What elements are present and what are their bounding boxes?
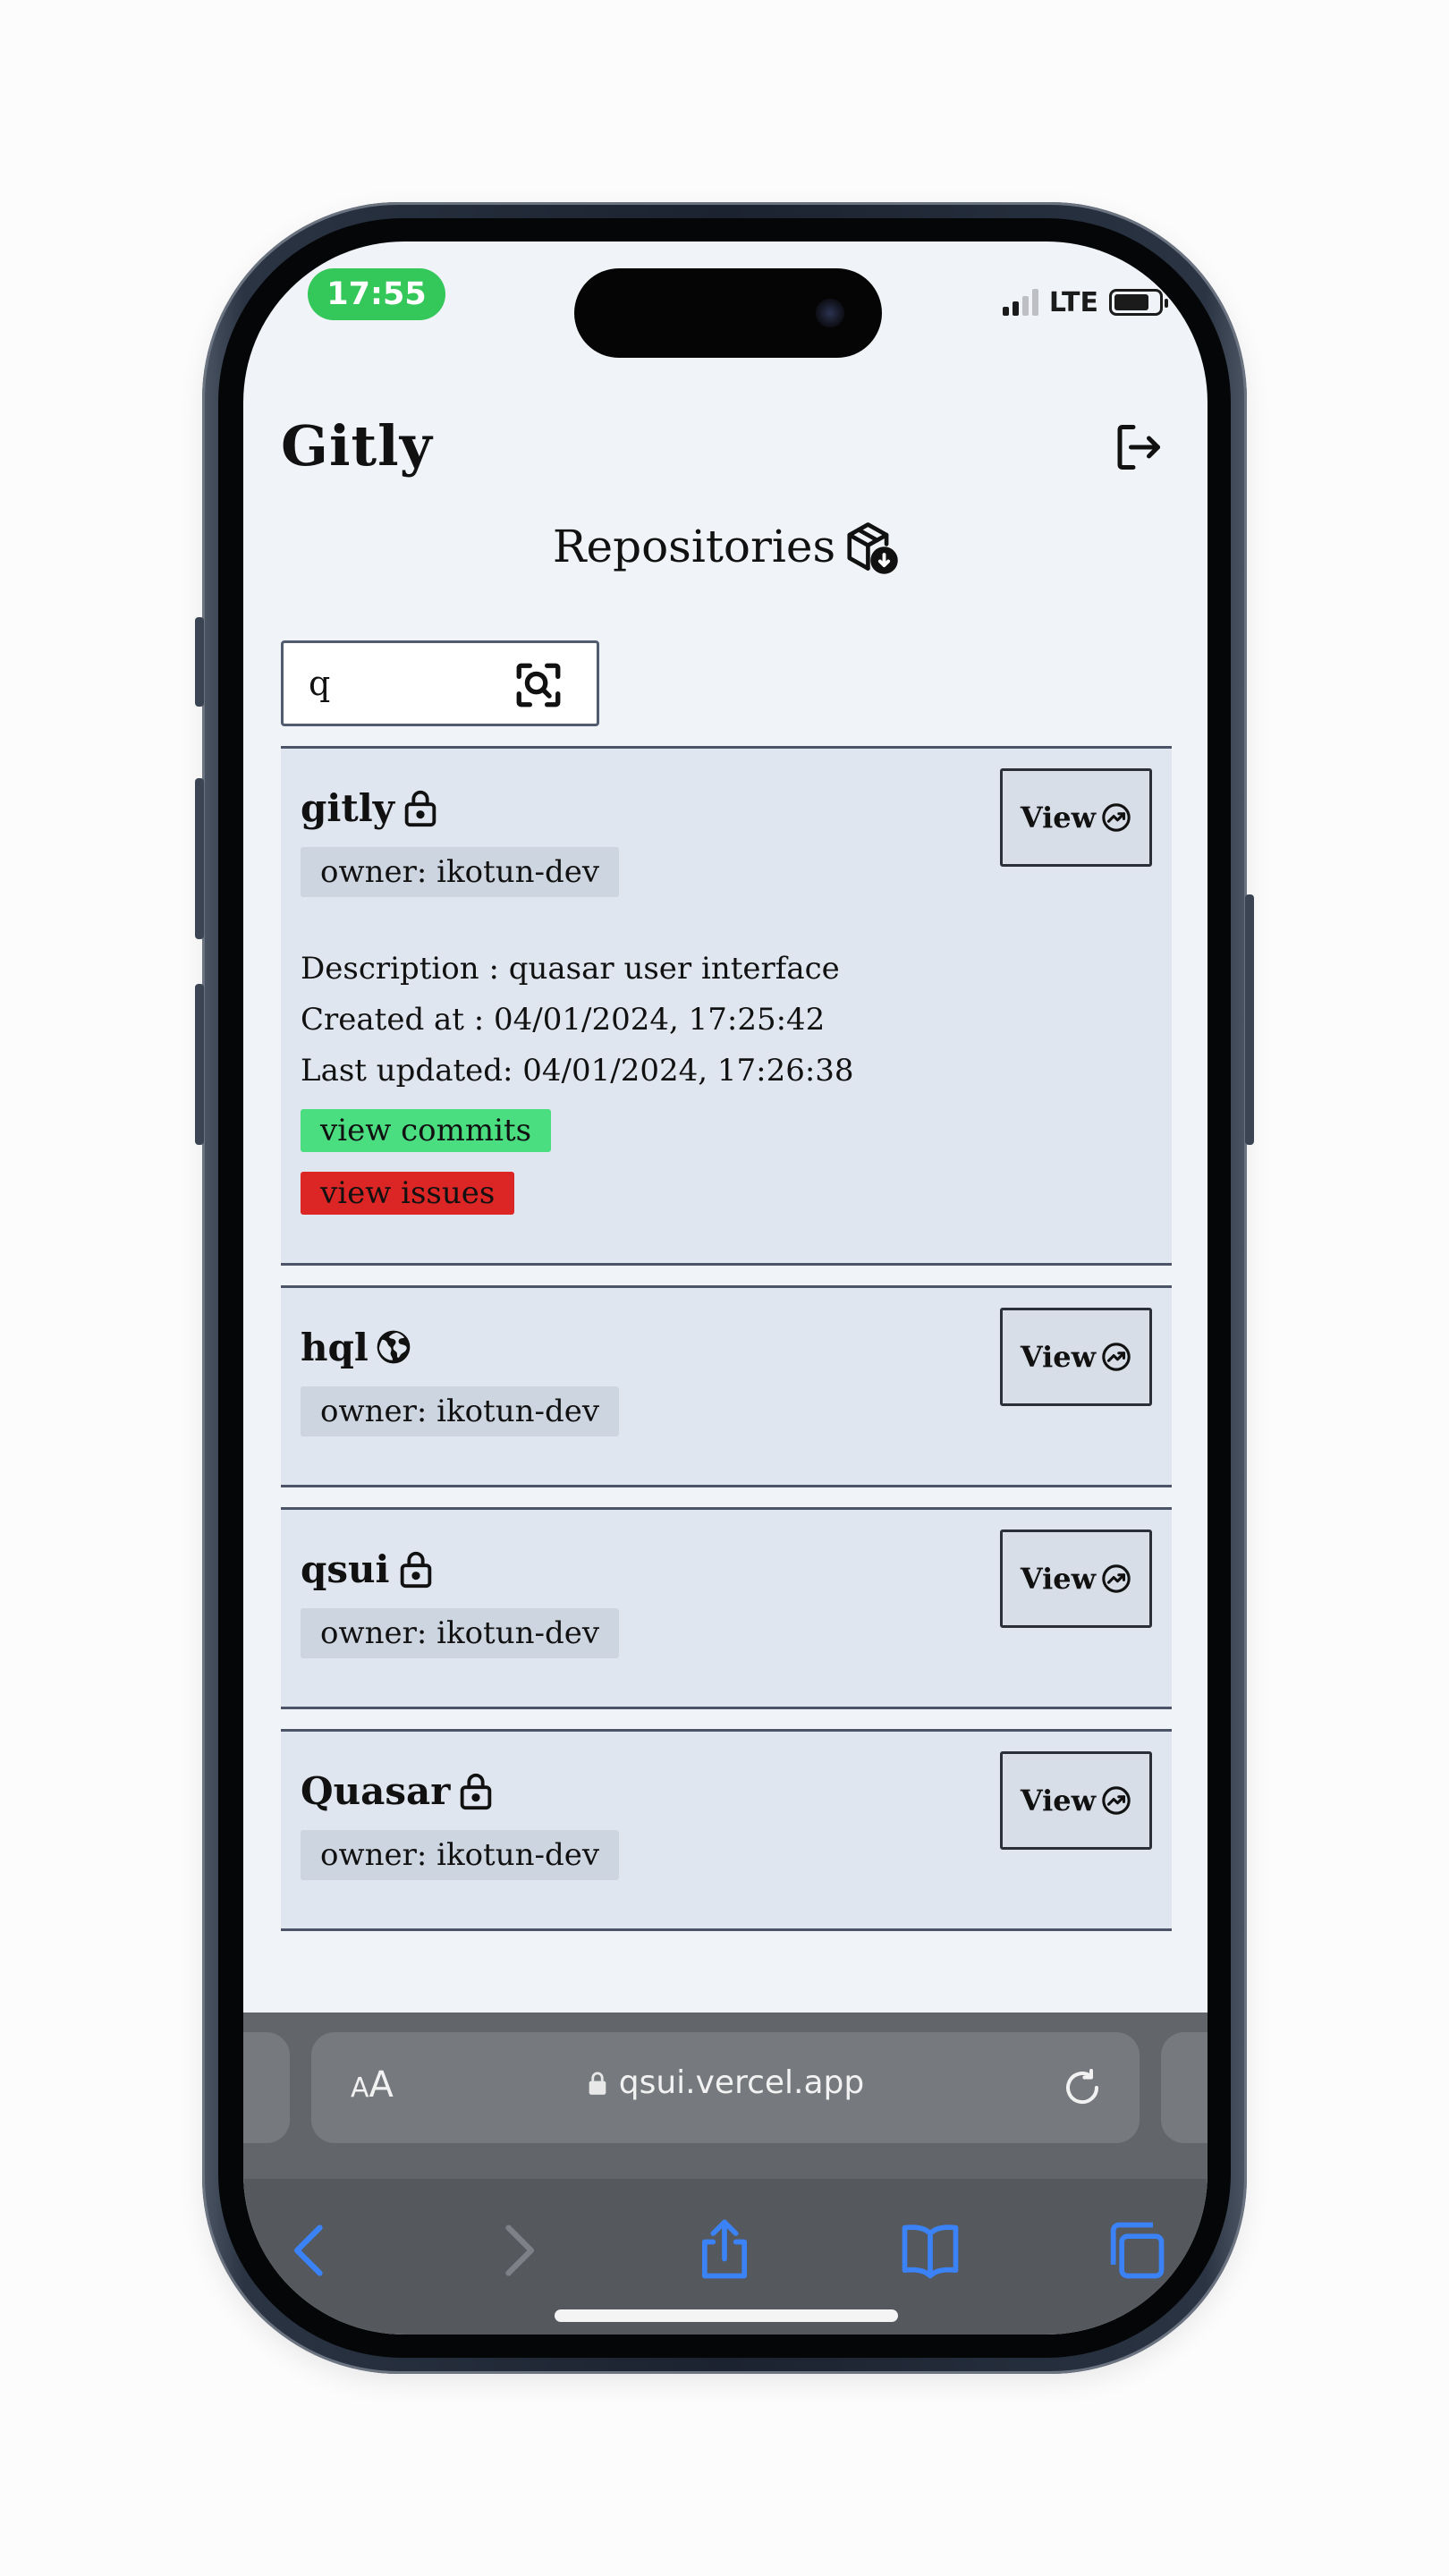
trending-up-icon [1102, 1564, 1131, 1593]
status-indicators: LTE [1002, 286, 1168, 318]
page-title: Repositories [552, 521, 836, 572]
repository-name: qsui [301, 1546, 390, 1591]
bookmarks-icon[interactable] [896, 2216, 964, 2284]
view-issues-link[interactable]: view issues [301, 1172, 515, 1215]
logout-icon[interactable] [1111, 420, 1165, 474]
trending-up-icon [1102, 1786, 1131, 1815]
repository-created-at: Created at : 04/01/2024, 17:25:42 [301, 1002, 826, 1038]
battery-icon [1109, 289, 1168, 316]
view-button-label: View [1020, 1562, 1097, 1596]
repository-card: gitly owner: ikotun-dev View Description… [281, 746, 1172, 1266]
view-button[interactable]: View [1000, 1308, 1152, 1406]
action-button [195, 617, 204, 707]
view-commits-link[interactable]: view commits [301, 1109, 552, 1152]
volume-down-button [195, 984, 204, 1145]
view-button-label: View [1020, 1784, 1097, 1818]
share-icon[interactable] [691, 2216, 758, 2284]
address-bar[interactable]: AA qsui.vercel.app [311, 2032, 1140, 2143]
owner-badge: owner: ikotun-dev [301, 1830, 620, 1880]
dynamic-island [574, 268, 882, 358]
address-strip: AA qsui.vercel.app [243, 2012, 1208, 2179]
lock-icon [400, 1551, 431, 1589]
network-label: LTE [1048, 286, 1098, 318]
repository-card: Quasar owner: ikotun-dev View [281, 1729, 1172, 1931]
package-download-icon [847, 522, 898, 574]
trending-up-icon [1102, 1343, 1131, 1371]
reload-icon[interactable] [1061, 2066, 1104, 2109]
search-input[interactable] [309, 657, 514, 709]
volume-up-button [195, 778, 204, 939]
repository-description: Description : quasar user interface [301, 951, 840, 987]
owner-badge: owner: ikotun-dev [301, 1386, 620, 1436]
view-button[interactable]: View [1000, 1751, 1152, 1850]
repository-actions: view commits view issues [301, 1102, 1152, 1215]
search-box [281, 640, 599, 726]
home-indicator [555, 2309, 898, 2322]
status-time: 17:55 [308, 268, 445, 320]
repository-name: gitly [301, 785, 395, 830]
view-button-label: View [1020, 1340, 1097, 1374]
tabs-icon[interactable] [1102, 2216, 1170, 2284]
view-button[interactable]: View [1000, 1530, 1152, 1628]
repository-card: qsui owner: ikotun-dev View [281, 1507, 1172, 1709]
globe-icon [377, 1330, 411, 1364]
view-button[interactable]: View [1000, 768, 1152, 867]
lock-icon [589, 2072, 606, 2095]
repository-last-updated: Last updated: 04/01/2024, 17:26:38 [301, 1053, 854, 1089]
app-title: Gitly [281, 413, 433, 479]
repository-details: Description : quasar user interface Crea… [301, 944, 1152, 1097]
signal-icon [1002, 289, 1038, 316]
camera-icon [816, 299, 844, 327]
page-heading: Repositories [243, 519, 1208, 574]
back-icon[interactable] [277, 2216, 345, 2284]
url-display[interactable]: qsui.vercel.app [311, 2064, 1140, 2101]
browser-toolbar [243, 2200, 1208, 2299]
forward-icon[interactable] [483, 2216, 551, 2284]
browser-chrome: AA qsui.vercel.app [243, 2012, 1208, 2334]
view-button-label: View [1020, 801, 1097, 835]
search-icon[interactable] [513, 659, 564, 711]
owner-badge: owner: ikotun-dev [301, 847, 620, 897]
repository-card: hql owner: ikotun-dev View [281, 1285, 1172, 1487]
screen: 17:55 LTE Gitly Repositories q gitly own… [243, 242, 1208, 2334]
repository-name: hql [301, 1325, 369, 1369]
power-button [1245, 894, 1254, 1145]
next-tab-preview[interactable] [1161, 2032, 1208, 2143]
repository-list: gitly owner: ikotun-dev View Description… [281, 746, 1172, 1951]
trending-up-icon [1102, 803, 1131, 832]
lock-icon [461, 1773, 492, 1810]
previous-tab-preview[interactable] [243, 2032, 290, 2143]
repository-name: Quasar [301, 1768, 451, 1813]
owner-badge: owner: ikotun-dev [301, 1608, 620, 1658]
lock-icon [404, 790, 436, 827]
url-text: qsui.vercel.app [618, 2064, 865, 2101]
